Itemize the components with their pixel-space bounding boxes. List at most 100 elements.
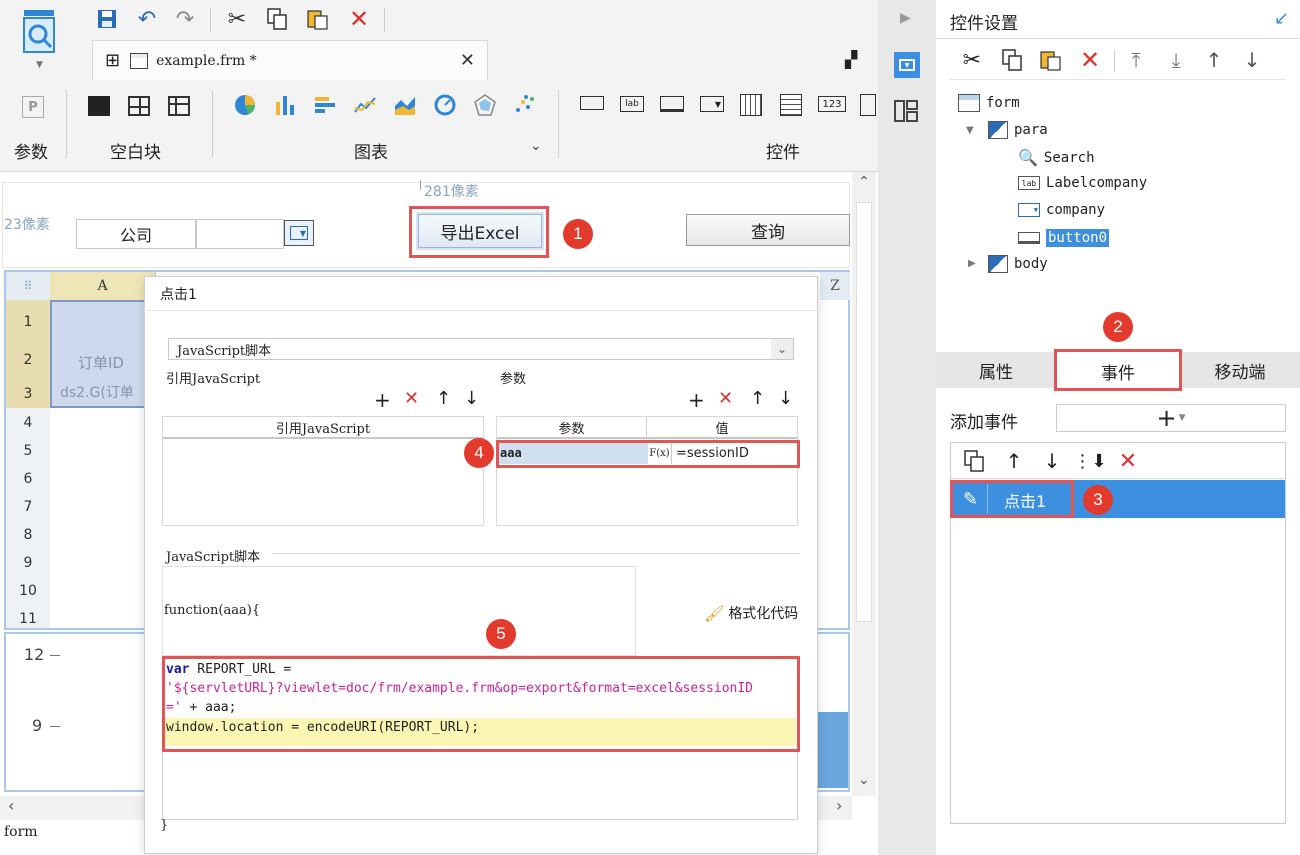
label-widget-icon[interactable]: lab <box>620 96 644 112</box>
area-chart-icon[interactable] <box>392 92 418 118</box>
widget-cut-icon[interactable]: ✂ <box>958 46 986 74</box>
event-delete-icon[interactable]: ✕ <box>1114 448 1142 474</box>
tree-expand-body-icon[interactable]: ▶ <box>968 258 976 269</box>
column-header-a[interactable]: A <box>50 272 156 300</box>
canvas-vertical-scrollbar[interactable]: ⌃ <box>852 172 876 796</box>
tree-item-company[interactable]: ▼ company <box>1018 202 1105 218</box>
radar-chart-icon[interactable] <box>472 92 498 118</box>
panel-menu-icon[interactable]: ▞ <box>840 48 862 70</box>
layout-tab-icon[interactable] <box>894 100 920 124</box>
scroll-thumb[interactable] <box>856 202 872 622</box>
company-combobox[interactable] <box>196 219 284 249</box>
bar-chart-icon[interactable] <box>272 92 298 118</box>
script-type-select[interactable]: JavaScript脚本 ⌄ <box>168 338 794 360</box>
close-tab-icon[interactable]: ✕ <box>460 50 475 71</box>
scroll-down-icon[interactable]: ⌄ <box>858 772 870 788</box>
app-logo[interactable] <box>20 8 60 60</box>
logo-dropdown-icon[interactable]: ▼ <box>36 60 43 70</box>
calendar-widget-icon[interactable] <box>780 94 802 116</box>
copy-icon[interactable] <box>264 6 290 32</box>
row-11[interactable]: 11 <box>6 611 50 627</box>
ref-js-delete-icon[interactable]: ✕ <box>404 388 419 409</box>
date-widget-icon[interactable] <box>740 94 762 116</box>
add-event-button[interactable]: + ▼ <box>1056 404 1286 432</box>
tree-item-button0[interactable]: button0 <box>1018 229 1110 247</box>
param-down-icon[interactable]: ↓ <box>778 388 793 409</box>
textfield-widget-icon[interactable] <box>660 96 684 112</box>
column-header-z[interactable]: Z <box>820 272 850 300</box>
query-button[interactable]: 查询 <box>686 214 850 246</box>
row-9[interactable]: 9 <box>6 555 50 571</box>
tree-expand-para-icon[interactable]: ▼ <box>966 125 974 136</box>
ref-js-add-icon[interactable]: + <box>374 388 391 412</box>
event-sort-icon[interactable]: ⋮⬇ <box>1073 448 1106 474</box>
tree-item-search[interactable]: 🔍 Search <box>1018 148 1095 167</box>
tab-properties-label: 属性 <box>979 362 1013 383</box>
collapse-arrow-icon[interactable]: ▶ <box>900 10 911 26</box>
row-7[interactable]: 7 <box>6 499 50 515</box>
param-up-icon[interactable]: ↑ <box>750 388 765 409</box>
row-8[interactable]: 8 <box>6 527 50 543</box>
line-chart-icon[interactable] <box>352 92 378 118</box>
move-bottom-icon[interactable]: ⤓ <box>1162 46 1190 74</box>
widget-delete-icon[interactable]: ✕ <box>1076 46 1104 74</box>
tree-item-form[interactable]: form <box>958 94 1020 112</box>
number-widget-icon[interactable]: 123 <box>818 96 846 112</box>
param-add-icon[interactable]: + <box>688 388 705 412</box>
collapse-panel-icon[interactable]: ↙ <box>1274 8 1289 29</box>
save-icon[interactable] <box>94 6 120 32</box>
row-2[interactable]: 2 <box>6 352 50 368</box>
row-5[interactable]: 5 <box>6 443 50 459</box>
row-3[interactable]: 3 <box>6 386 50 402</box>
event-up-icon[interactable]: ↑ <box>1000 448 1028 474</box>
horizontal-bar-icon[interactable] <box>312 92 338 118</box>
button-widget-icon[interactable] <box>580 96 604 110</box>
grid-corner[interactable]: ⠿ <box>6 272 50 300</box>
blank-block-icon-1[interactable] <box>88 96 110 116</box>
file-tab[interactable]: ⊞ example.frm * ✕ <box>92 40 488 80</box>
ref-js-down-icon[interactable]: ↓ <box>464 388 479 409</box>
row-6[interactable]: 6 <box>6 471 50 487</box>
blank-block-icon-2[interactable] <box>128 96 150 116</box>
combobox-widget-icon[interactable]: ▼ <box>700 96 724 112</box>
tree-item-body[interactable]: body <box>988 255 1048 273</box>
scroll-up-icon[interactable]: ⌃ <box>852 174 876 190</box>
widget-paste-icon[interactable] <box>1036 46 1064 74</box>
row-10[interactable]: 10 <box>6 583 50 599</box>
combobox-dropdown-button[interactable]: ▼ <box>284 220 314 246</box>
event-down-icon[interactable]: ↓ <box>1038 448 1066 474</box>
paste-icon[interactable] <box>304 6 330 32</box>
move-top-icon[interactable]: ⤒ <box>1122 46 1150 74</box>
chart-expand-icon[interactable]: ⌄ <box>530 138 542 154</box>
tree-item-labelcompany[interactable]: lab Labelcompany <box>1018 175 1147 191</box>
scroll-right-icon[interactable]: › <box>836 796 842 815</box>
dropdown-arrow-icon: ▼ <box>290 226 308 240</box>
more-widget-icon[interactable] <box>860 94 876 116</box>
param-delete-icon[interactable]: ✕ <box>718 388 733 409</box>
widget-settings-tab-icon[interactable]: ▼ <box>894 52 920 78</box>
scroll-left-icon[interactable]: ‹ <box>8 796 14 815</box>
tab-mobile[interactable]: 移动端 <box>1180 352 1300 388</box>
scatter-chart-icon[interactable] <box>512 92 538 118</box>
undo-icon[interactable]: ↶ <box>134 6 160 32</box>
move-down-icon[interactable]: ↓ <box>1238 46 1266 74</box>
param-p-icon[interactable]: P <box>22 96 44 118</box>
tree-item-para[interactable]: para <box>988 121 1048 139</box>
ruler-left-label: 23像素 <box>4 217 50 233</box>
delete-icon[interactable]: ✕ <box>346 5 372 33</box>
ref-js-up-icon[interactable]: ↑ <box>436 388 451 409</box>
gauge-chart-icon[interactable] <box>432 92 458 118</box>
widget-copy-icon[interactable] <box>998 46 1026 74</box>
pie-chart-icon[interactable] <box>232 92 258 118</box>
company-label-widget[interactable]: 公司 <box>76 219 196 249</box>
move-up-icon[interactable]: ↑ <box>1200 46 1228 74</box>
redo-icon[interactable]: ↷ <box>172 6 198 32</box>
cut-icon[interactable]: ✂ <box>224 6 250 32</box>
row-4[interactable]: 4 <box>6 415 50 431</box>
tab-properties[interactable]: 属性 <box>936 352 1056 388</box>
event-copy-icon[interactable] <box>960 448 988 474</box>
blank-block-icon-3[interactable] <box>168 96 190 116</box>
row-1[interactable]: 1 <box>6 314 50 330</box>
select-arrow-icon[interactable]: ⌄ <box>771 339 793 359</box>
format-code-button[interactable]: 🖌 格式化代码 <box>704 603 798 623</box>
